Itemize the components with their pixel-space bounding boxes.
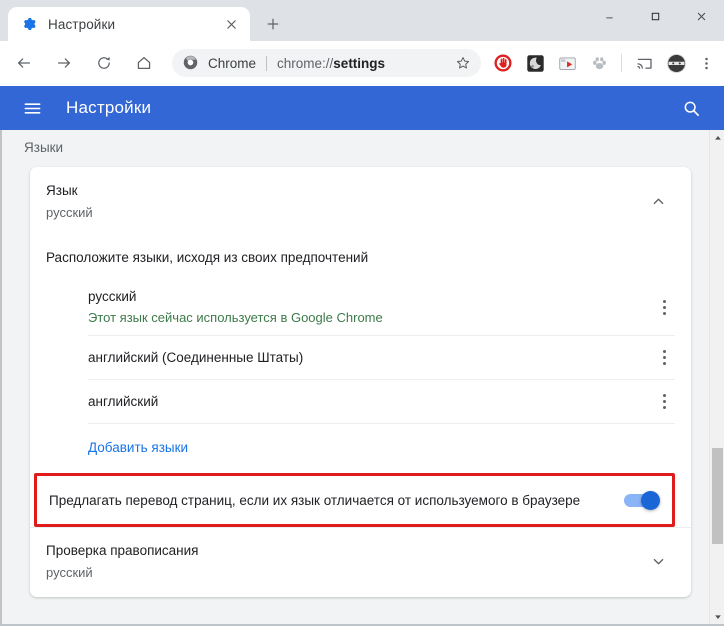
hamburger-menu-icon[interactable] xyxy=(10,86,54,130)
chrome-menu-button[interactable] xyxy=(694,49,718,77)
bookmark-star-icon[interactable] xyxy=(453,53,473,73)
home-button[interactable] xyxy=(128,47,160,79)
omnibox-separator xyxy=(266,55,268,71)
new-tab-button[interactable] xyxy=(259,10,287,38)
adblock-extension-icon[interactable] xyxy=(490,50,516,76)
browser-tab-settings[interactable]: Настройки xyxy=(8,7,250,41)
omnibox-url[interactable]: chrome://settings xyxy=(277,56,449,71)
more-vert-icon[interactable] xyxy=(653,347,675,369)
tab-close-icon[interactable] xyxy=(222,15,240,33)
spellcheck-subtitle: русский xyxy=(46,565,93,580)
forward-button[interactable] xyxy=(48,47,80,79)
chevron-down-icon[interactable] xyxy=(647,551,669,573)
spellcheck-collapsible-header[interactable]: Проверка правописания русский xyxy=(30,527,691,597)
translate-setting-row[interactable]: Предлагать перевод страниц, если их язык… xyxy=(37,476,672,524)
add-language-row: Добавить языки xyxy=(30,424,691,473)
vertical-scrollbar[interactable] xyxy=(709,130,724,624)
settings-scroll-viewport: Языки Язык русский Расположите языки, ис… xyxy=(2,130,709,624)
profile-avatar-icon[interactable] xyxy=(663,50,689,76)
language-row-text: русский Этот язык сейчас используется в … xyxy=(88,287,653,327)
omnibox-site-label: Chrome xyxy=(208,55,257,71)
language-row-text: английский (Соединенные Штаты) xyxy=(88,348,653,367)
translate-setting-highlight: Предлагать перевод страниц, если их язык… xyxy=(34,473,675,527)
language-name: русский xyxy=(88,289,137,304)
spellcheck-text: Проверка правописания русский xyxy=(46,541,647,582)
window-controls xyxy=(586,0,724,32)
settings-content-area: Языки Язык русский Расположите языки, ис… xyxy=(0,130,724,626)
list-item[interactable]: русский Этот язык сейчас используется в … xyxy=(88,279,675,336)
language-order-hint: Расположите языки, исходя из своих предп… xyxy=(46,250,369,265)
language-header-text: Язык русский xyxy=(46,181,647,222)
dark-reader-extension-icon[interactable] xyxy=(522,50,548,76)
back-button[interactable] xyxy=(8,47,40,79)
language-header-subtitle: русский xyxy=(46,205,93,220)
toggle-knob xyxy=(641,491,660,510)
omnibox-url-bold: settings xyxy=(333,55,386,71)
paw-extension-icon[interactable] xyxy=(586,50,612,76)
more-vert-icon[interactable] xyxy=(653,296,675,318)
tab-strip: Настройки xyxy=(0,0,724,41)
omnibox-url-prefix: chrome:// xyxy=(277,55,334,71)
translate-setting-label: Предлагать перевод страниц, если их язык… xyxy=(49,492,581,508)
scrollbar-thumb[interactable] xyxy=(712,448,723,544)
more-vert-icon[interactable] xyxy=(653,391,675,413)
browser-window: Настройки Chrome chrome://settings Настр… xyxy=(0,0,724,626)
window-close-button[interactable] xyxy=(678,0,724,32)
cast-icon[interactable] xyxy=(631,50,657,76)
section-heading-languages: Языки xyxy=(24,140,64,155)
language-list: русский Этот язык сейчас используется в … xyxy=(30,279,691,424)
window-minimize-button[interactable] xyxy=(586,0,632,32)
tab-title: Настройки xyxy=(48,16,116,32)
spellcheck-title: Проверка правописания xyxy=(46,543,199,558)
toolbar-separator xyxy=(621,54,622,72)
languages-card: Язык русский Расположите языки, исходя и… xyxy=(30,167,691,597)
language-collapsible-header[interactable]: Язык русский xyxy=(30,167,691,236)
translate-toggle[interactable] xyxy=(624,491,660,510)
screenshot-extension-icon[interactable] xyxy=(554,50,580,76)
add-language-link[interactable]: Добавить языки xyxy=(30,424,188,473)
settings-gear-favicon xyxy=(21,16,37,32)
page-title: Настройки xyxy=(66,98,152,117)
window-maximize-button[interactable] xyxy=(632,0,678,32)
language-name: английский xyxy=(88,394,159,409)
list-item[interactable]: английский xyxy=(88,380,675,424)
browser-toolbar: Chrome chrome://settings xyxy=(0,41,724,86)
language-header-title: Язык xyxy=(46,183,78,198)
scrollbar-up-arrow-icon[interactable] xyxy=(710,130,724,145)
scrollbar-down-arrow-icon[interactable] xyxy=(710,609,724,624)
settings-app-header: Настройки xyxy=(0,86,724,130)
search-icon[interactable] xyxy=(676,93,706,123)
list-item[interactable]: английский (Соединенные Штаты) xyxy=(88,336,675,380)
address-bar[interactable]: Chrome chrome://settings xyxy=(172,49,481,77)
reload-button[interactable] xyxy=(88,47,120,79)
chevron-up-icon[interactable] xyxy=(647,191,669,213)
language-row-text: английский xyxy=(88,392,653,411)
language-name: английский (Соединенные Штаты) xyxy=(88,350,304,365)
language-note: Этот язык сейчас используется в Google C… xyxy=(88,310,383,325)
chrome-logo-icon xyxy=(183,55,199,71)
